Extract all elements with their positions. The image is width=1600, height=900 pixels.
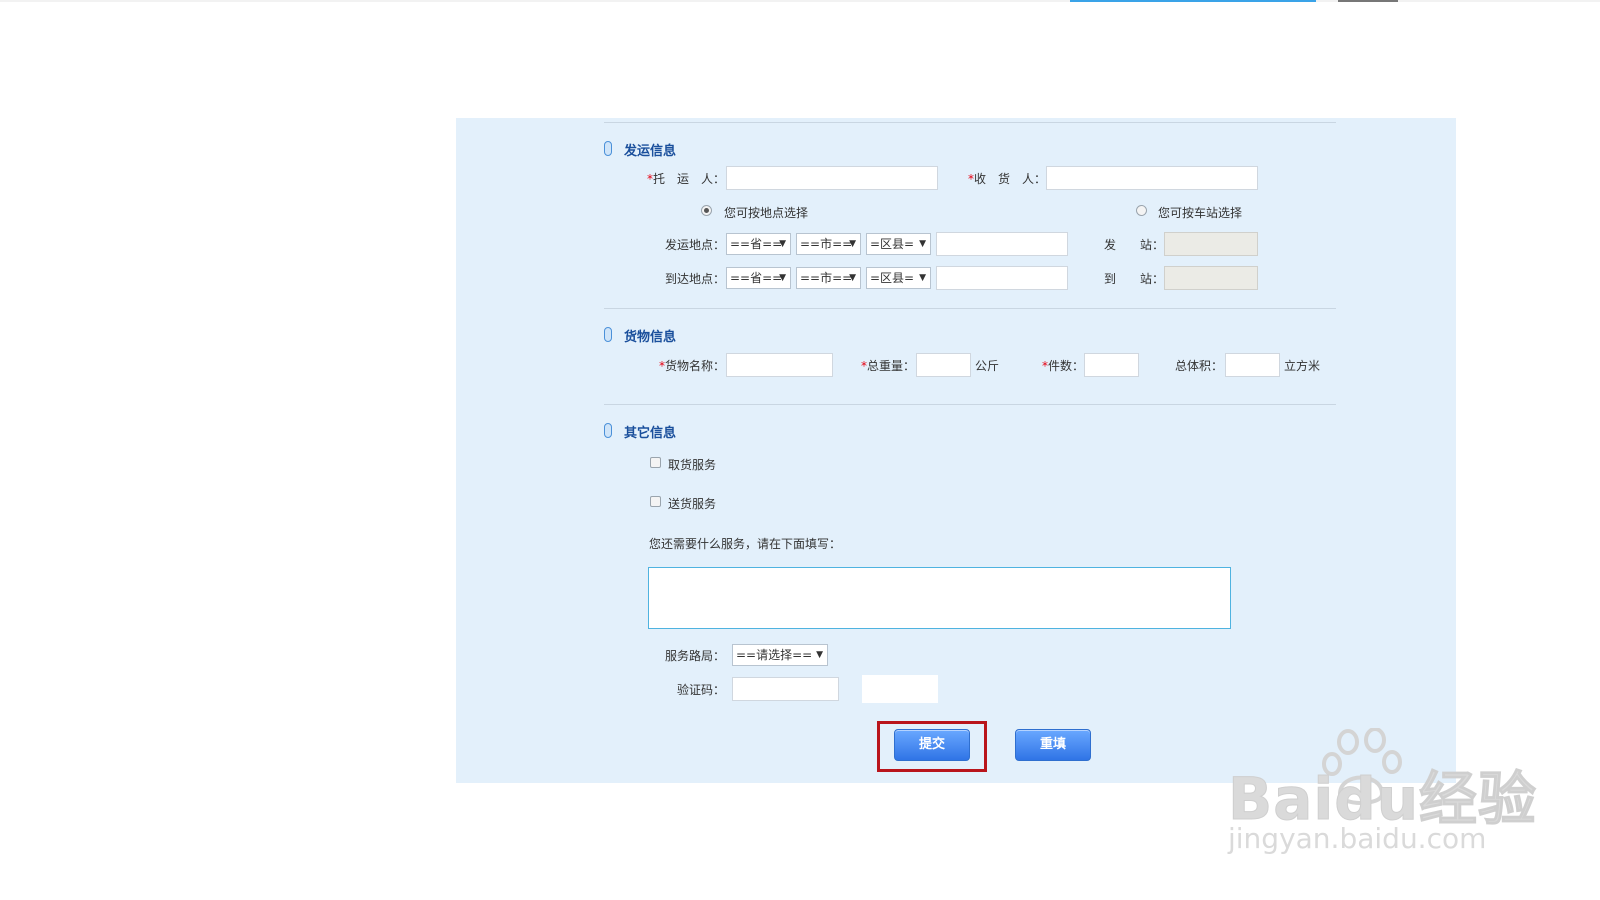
radio-by-station-label: 您可按车站选择 bbox=[1158, 206, 1243, 220]
section-title-shipping: 发运信息 bbox=[624, 144, 677, 159]
to-station-input[interactable] bbox=[1164, 266, 1258, 290]
to-province-select[interactable]: ==省== ▼ bbox=[726, 267, 791, 289]
form-panel bbox=[456, 118, 1456, 783]
from-location-label: 发运地点： bbox=[665, 238, 726, 252]
section-marker-icon bbox=[604, 423, 612, 438]
volume-unit: 立方米 bbox=[1284, 359, 1321, 373]
to-city-select[interactable]: ==市== ▼ bbox=[796, 267, 861, 289]
section-title-other: 其它信息 bbox=[624, 426, 677, 441]
section-marker-icon bbox=[604, 327, 612, 342]
dropdown-arrow-icon: ▼ bbox=[816, 650, 823, 660]
dropdown-arrow-icon: ▼ bbox=[919, 273, 926, 283]
receiver-input[interactable] bbox=[1046, 166, 1258, 190]
from-province-select[interactable]: ==省== ▼ bbox=[726, 233, 791, 255]
dropdown-arrow-icon: ▼ bbox=[849, 239, 856, 249]
submit-button[interactable]: 提交 bbox=[894, 729, 970, 761]
section-divider bbox=[604, 122, 1336, 123]
service-bureau-label: 服务路局： bbox=[665, 649, 726, 663]
section-marker-icon bbox=[604, 141, 612, 156]
volume-input[interactable] bbox=[1225, 353, 1280, 377]
delivery-service-checkbox[interactable] bbox=[650, 496, 661, 507]
reset-button[interactable]: 重填 bbox=[1015, 729, 1091, 761]
baidu-jingyan-watermark: Baidu经验 jingyan.baidu.com bbox=[1227, 724, 1538, 856]
cargo-name-input[interactable] bbox=[726, 353, 833, 377]
to-station-label: 到 站： bbox=[1104, 272, 1165, 286]
captcha-label: 验证码： bbox=[677, 683, 726, 697]
cargo-name-label: *货物名称： bbox=[659, 357, 725, 374]
count-input[interactable] bbox=[1084, 353, 1139, 377]
receiver-label-text: 收 货 人： bbox=[974, 172, 1047, 186]
shipper-label: *托 运 人： bbox=[647, 170, 725, 187]
section-divider bbox=[604, 308, 1336, 309]
select-value: ==省== bbox=[730, 271, 783, 285]
select-value: ==省== bbox=[730, 237, 783, 251]
service-bureau-select[interactable]: ==请选择== ▼ bbox=[732, 644, 828, 666]
from-address-input[interactable] bbox=[936, 232, 1068, 256]
watermark-url-text: jingyan.baidu.com bbox=[1228, 822, 1487, 855]
weight-unit: 公斤 bbox=[975, 359, 1000, 373]
dropdown-arrow-icon: ▼ bbox=[849, 273, 856, 283]
count-label-text: 件数： bbox=[1048, 359, 1085, 373]
volume-label: 总体积： bbox=[1175, 359, 1224, 373]
dropdown-arrow-icon: ▼ bbox=[779, 273, 786, 283]
delivery-service-label: 送货服务 bbox=[668, 497, 717, 511]
shipper-input[interactable] bbox=[726, 166, 938, 190]
count-label: *件数： bbox=[1042, 357, 1084, 374]
radio-by-location[interactable] bbox=[701, 205, 712, 216]
weight-label: *总重量： bbox=[861, 357, 915, 374]
select-value: ==请选择== bbox=[736, 648, 813, 662]
dropdown-arrow-icon: ▼ bbox=[779, 239, 786, 249]
select-value: ==市== bbox=[800, 237, 853, 251]
extra-service-prompt: 您还需要什么服务，请在下面填写： bbox=[649, 537, 842, 551]
from-station-input[interactable] bbox=[1164, 232, 1258, 256]
cargo-name-label-text: 货物名称： bbox=[665, 359, 726, 373]
top-nav-tab-indicator[interactable] bbox=[1338, 0, 1398, 2]
extra-service-textarea[interactable] bbox=[648, 567, 1231, 629]
from-station-label: 发 站： bbox=[1104, 238, 1165, 252]
select-value: ==市== bbox=[800, 271, 853, 285]
to-location-label: 到达地点： bbox=[665, 272, 726, 286]
to-address-input[interactable] bbox=[936, 266, 1068, 290]
section-title-cargo: 货物信息 bbox=[624, 330, 677, 345]
top-nav-active-tab-indicator[interactable] bbox=[1070, 0, 1316, 2]
radio-by-station[interactable] bbox=[1136, 205, 1147, 216]
captcha-image[interactable] bbox=[862, 675, 938, 703]
radio-selected-dot bbox=[704, 208, 709, 213]
from-city-select[interactable]: ==市== ▼ bbox=[796, 233, 861, 255]
section-divider bbox=[604, 404, 1336, 405]
shipper-label-text: 托 运 人： bbox=[653, 172, 726, 186]
watermark-logo-text: Baidu经验 bbox=[1227, 765, 1538, 834]
receiver-label: *收 货 人： bbox=[968, 170, 1046, 187]
pickup-service-label: 取货服务 bbox=[668, 458, 717, 472]
weight-label-text: 总重量： bbox=[867, 359, 916, 373]
radio-by-location-label: 您可按地点选择 bbox=[724, 206, 809, 220]
pickup-service-checkbox[interactable] bbox=[650, 457, 661, 468]
dropdown-arrow-icon: ▼ bbox=[919, 239, 926, 249]
weight-input[interactable] bbox=[916, 353, 971, 377]
select-value: =区县= bbox=[870, 271, 915, 285]
to-county-select[interactable]: =区县= ▼ bbox=[866, 267, 931, 289]
captcha-input[interactable] bbox=[732, 677, 839, 701]
from-county-select[interactable]: =区县= ▼ bbox=[866, 233, 931, 255]
select-value: =区县= bbox=[870, 237, 915, 251]
